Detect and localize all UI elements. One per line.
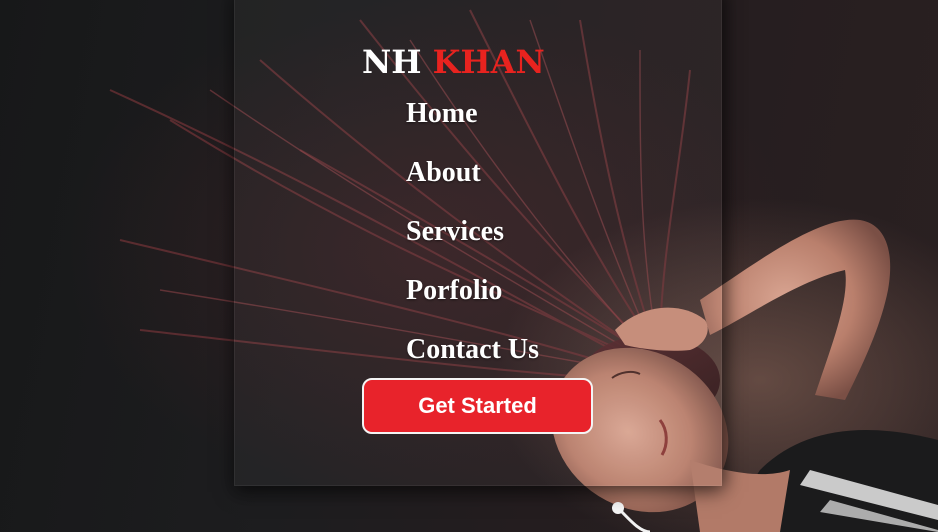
get-started-button[interactable]: Get Started (362, 378, 593, 434)
nav-item-services: Services (406, 212, 539, 271)
logo-name-accent: KHAN (432, 43, 545, 81)
logo-name-primary: NH (362, 43, 422, 81)
nav-link-portfolio[interactable]: Porfolio (406, 271, 502, 311)
site-logo[interactable]: NH KHAN (362, 40, 545, 84)
nav-item-home: Home (406, 94, 539, 153)
nav-item-about: About (406, 153, 539, 212)
nav-link-home[interactable]: Home (406, 94, 478, 134)
nav-link-about[interactable]: About (406, 153, 481, 193)
main-navigation: Home About Services Porfolio Contact Us (406, 94, 539, 389)
hero-section: NH KHAN Home About Services Porfolio Con… (0, 0, 938, 532)
nav-item-portfolio: Porfolio (406, 271, 539, 330)
nav-link-contact[interactable]: Contact Us (406, 330, 539, 370)
nav-link-services[interactable]: Services (406, 212, 504, 252)
